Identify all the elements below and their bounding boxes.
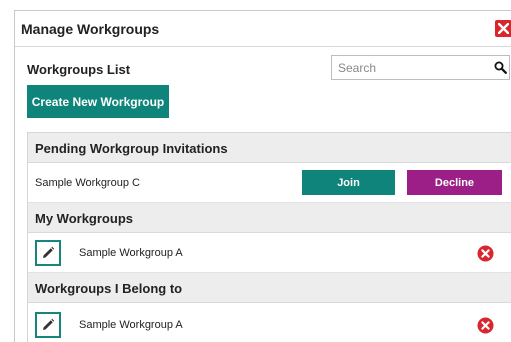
- search-icon[interactable]: [494, 61, 507, 74]
- pending-invitation-row: Sample Workgroup C Join Decline: [28, 163, 511, 203]
- my-workgroups-header: My Workgroups: [28, 203, 511, 233]
- belong-to-row: Sample Workgroup A: [28, 305, 511, 342]
- workgroups-panel: Pending Workgroup Invitations Sample Wor…: [27, 132, 511, 342]
- close-button[interactable]: [495, 20, 511, 37]
- pending-invitations-heading: Pending Workgroup Invitations: [35, 141, 228, 156]
- workgroup-name: Sample Workgroup A: [79, 319, 183, 331]
- my-workgroup-row: Sample Workgroup A: [28, 233, 511, 273]
- create-new-workgroup-button[interactable]: Create New Workgroup: [27, 85, 169, 118]
- edit-workgroup-button[interactable]: [35, 312, 61, 338]
- invitation-workgroup-name: Sample Workgroup C: [35, 177, 140, 189]
- belong-to-heading: Workgroups I Belong to: [35, 281, 183, 296]
- workgroups-list-heading: Workgroups List: [27, 62, 131, 77]
- pencil-icon: [43, 318, 55, 330]
- remove-circle-icon: [477, 317, 494, 334]
- edit-workgroup-button[interactable]: [35, 240, 61, 266]
- remove-circle-icon: [477, 245, 494, 262]
- workgroup-name: Sample Workgroup A: [79, 247, 183, 259]
- search-input[interactable]: [332, 56, 482, 79]
- close-icon: [498, 23, 509, 34]
- pending-invitations-header: Pending Workgroup Invitations: [28, 133, 511, 163]
- dialog-title: Manage Workgroups: [21, 21, 160, 37]
- my-workgroups-heading: My Workgroups: [35, 211, 133, 226]
- remove-workgroup-button[interactable]: [477, 317, 494, 334]
- join-button[interactable]: Join: [302, 170, 395, 195]
- search-box: [331, 55, 510, 80]
- remove-workgroup-button[interactable]: [477, 245, 494, 262]
- manage-workgroups-dialog: Manage Workgroups Workgroups List Create…: [14, 10, 511, 342]
- dialog-titlebar: Manage Workgroups: [15, 11, 511, 47]
- belong-to-header: Workgroups I Belong to: [28, 273, 511, 303]
- pencil-icon: [43, 246, 55, 258]
- decline-button[interactable]: Decline: [407, 170, 502, 195]
